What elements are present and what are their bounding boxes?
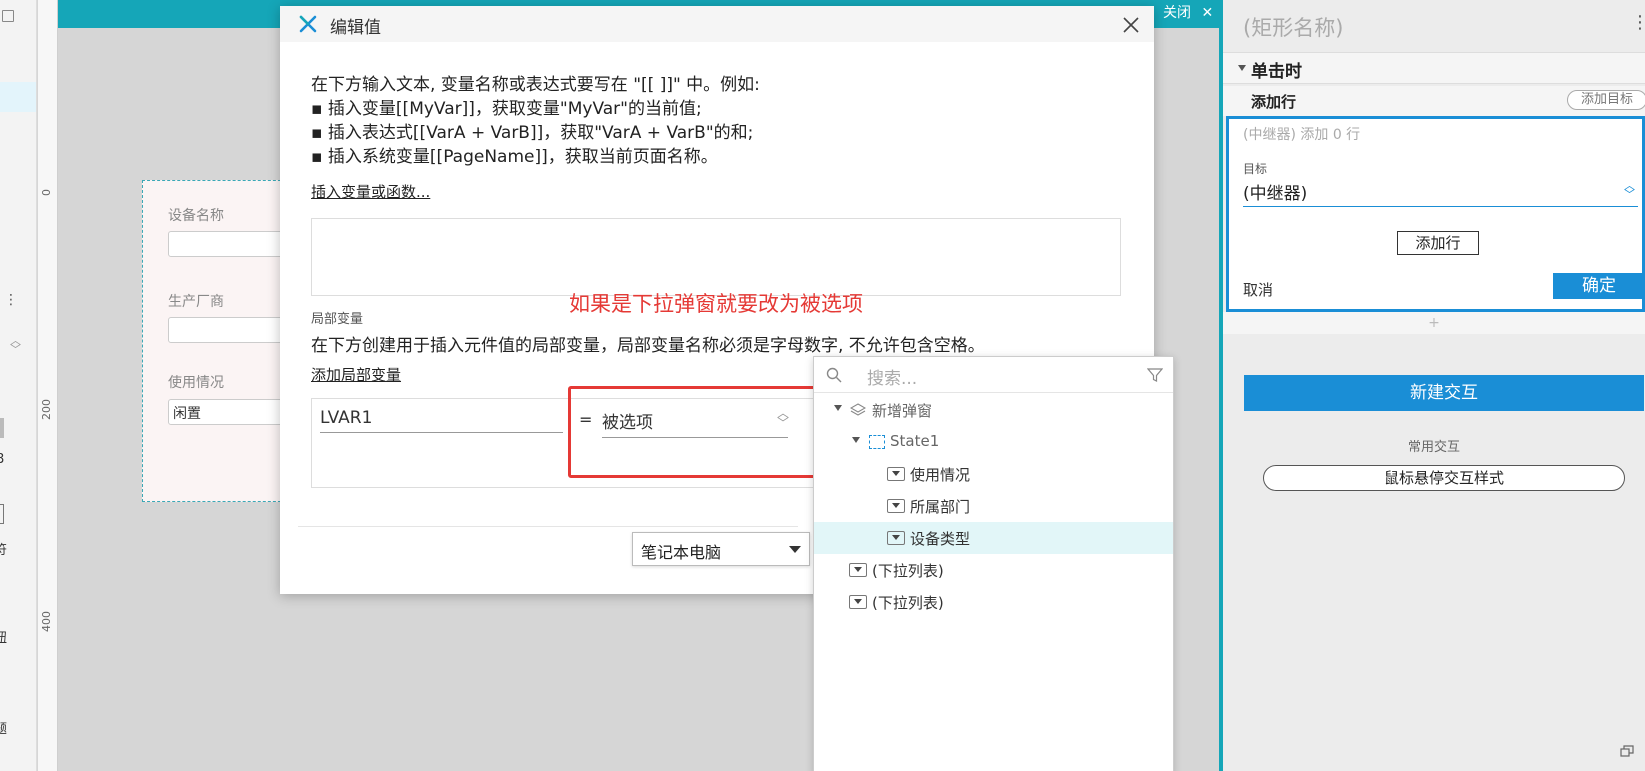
widget-tree-dropdown: 搜索... 新增弹窗 State1 使用情况 所属部门 设备类型 (下拉列表) … <box>813 356 1174 771</box>
layers-icon <box>850 403 866 416</box>
tree-item-dropdown-list-1[interactable]: (下拉列表) <box>814 554 1173 586</box>
annotation-highlight-box <box>568 386 832 478</box>
action-summary: (中继器) 添加 0 行 <box>1243 127 1361 143</box>
dialog-intro: 在下方输入文本, 变量名称或表达式要写在 "[[ ]]" 中。例如: <box>311 75 760 95</box>
cancel-button[interactable]: 取消 <box>1243 279 1273 300</box>
dialog-footer-divider <box>298 526 798 527</box>
close-icon[interactable] <box>1122 16 1140 34</box>
state-icon <box>869 435 885 449</box>
tree-item-device-type[interactable]: 设备类型 <box>814 522 1173 554</box>
new-interaction-button[interactable]: 新建交互 <box>1244 375 1644 411</box>
dropdown-preview-select[interactable]: 笔记本电脑 <box>632 532 810 566</box>
add-row-heading: 添加行 <box>1251 93 1297 111</box>
tree-item-label: 新增弹窗 <box>872 402 933 420</box>
common-interactions-heading: 常用交互 <box>1407 440 1460 455</box>
on-click-label: 单击时 <box>1251 62 1302 82</box>
confirm-button[interactable]: 确定 <box>1553 273 1645 299</box>
dialog-title: 编辑值 <box>330 18 381 38</box>
hover-style-button[interactable]: 鼠标悬停交互样式 <box>1263 465 1625 491</box>
tree-item-usage[interactable]: 使用情况 <box>814 458 1173 490</box>
local-vars-description: 在下方创建用于插入元件值的局部变量，局部变量名称必须是字母数字, 不允许包含空格… <box>311 336 985 356</box>
ruler-mark-400: 400 <box>40 611 53 632</box>
add-row-action-editor: (中继器) 添加 0 行 目标 (中继器) ︿ ﹀ 添加行 取消 确定 <box>1226 116 1645 312</box>
local-vars-heading: 局部变量 <box>311 312 364 327</box>
toolbar-selected-item[interactable] <box>0 82 36 112</box>
dropdown-preview-value: 笔记本电脑 <box>641 543 722 562</box>
collapse-caret-icon[interactable] <box>1238 65 1246 71</box>
interaction-panel: (矩形名称) ⋮ 单击时 添加行 添加目标 (中继器) 添加 0 行 目标 (中… <box>1223 0 1645 771</box>
insert-variable-link[interactable]: 插入变量或函数... <box>311 181 430 202</box>
dropdown-list-icon <box>887 467 905 481</box>
dropdown-list-icon <box>887 531 905 545</box>
vertical-ruler: 0 200 400 <box>38 0 58 771</box>
tree-item-label: 设备类型 <box>910 530 971 548</box>
add-row-button[interactable]: 添加行 <box>1397 231 1479 255</box>
expand-caret-icon[interactable] <box>834 405 842 411</box>
spinner-icon[interactable]: ︿ ﹀ <box>10 335 21 355</box>
target-select[interactable]: (中继器) <box>1243 179 1638 207</box>
add-target-button[interactable]: 添加目标 <box>1567 90 1645 110</box>
toolbar-item-box-2[interactable] <box>0 504 4 524</box>
dialog-bullet-2: ▪ 插入表达式[[VarA + VarB]]，获取"VarA + VarB"的和… <box>311 123 754 143</box>
tree-item-department[interactable]: 所属部门 <box>814 490 1173 522</box>
more-dots-icon[interactable]: ⋮ <box>4 292 18 308</box>
close-icon: ✕ <box>1201 5 1214 21</box>
tree-item-label: 所属部门 <box>910 498 971 516</box>
left-toolbar: ⋮ ︿ ﹀ 8 符 钮 题 <box>0 0 37 771</box>
target-spinner-icon[interactable]: ︿ ﹀ <box>1624 180 1635 200</box>
dropdown-list-icon <box>849 595 867 609</box>
filter-icon[interactable] <box>1147 368 1163 382</box>
value-text-area[interactable] <box>311 218 1121 296</box>
manufacturer-label: 生产厂商 <box>168 294 224 310</box>
tree-search-input[interactable]: 搜索... <box>867 364 917 389</box>
add-action-plus-button[interactable]: + <box>1223 312 1645 334</box>
tree-item-label: 使用情况 <box>910 466 971 484</box>
expand-caret-icon[interactable] <box>852 437 860 443</box>
ruler-mark-200: 200 <box>40 399 53 420</box>
search-icon <box>826 367 842 383</box>
more-options-icon[interactable]: ⋮ <box>1631 12 1645 33</box>
local-variable-name-input[interactable]: LVAR1 <box>320 408 563 433</box>
dialog-bullet-1: ▪ 插入变量[[MyVar]]，获取变量"MyVar"的当前值; <box>311 99 702 119</box>
widget-name-field[interactable]: (矩形名称) <box>1243 12 1343 42</box>
annotation-text: 如果是下拉弹窗就要改为被选项 <box>569 292 863 316</box>
toolbar-label-1: 8 <box>0 452 5 467</box>
dialog-header: 编辑值 <box>280 6 1154 42</box>
close-edit-mode-button[interactable]: 关闭 ✕ <box>1157 0 1223 26</box>
dropdown-list-icon <box>887 499 905 513</box>
dropdown-list-icon <box>849 563 867 577</box>
tree-item-label: State1 <box>890 432 940 450</box>
tree-item-dropdown-list-2[interactable]: (下拉列表) <box>814 586 1173 618</box>
tree-search-bar[interactable]: 搜索... <box>814 357 1173 393</box>
usage-label: 使用情况 <box>168 375 224 391</box>
restore-window-icon[interactable] <box>1620 745 1634 757</box>
on-click-event-header[interactable]: 单击时 <box>1223 52 1645 84</box>
device-name-label: 设备名称 <box>168 208 224 224</box>
tree-item-label: (下拉列表) <box>872 562 944 580</box>
toolbar-label-2: 符 <box>0 543 8 558</box>
tree-item-new-popup[interactable]: 新增弹窗 <box>814 394 1173 426</box>
close-label: 关闭 <box>1163 5 1191 21</box>
toolbar-label-4: 题 <box>0 722 8 737</box>
toolbar-item-box[interactable] <box>0 418 4 438</box>
dialog-bullet-3: ▪ 插入系统变量[[PageName]]，获取当前页面名称。 <box>311 147 718 167</box>
add-local-variable-link[interactable]: 添加局部变量 <box>311 364 401 385</box>
target-label: 目标 <box>1243 162 1268 176</box>
folder-icon[interactable] <box>2 10 14 22</box>
toolbar-label-3: 钮 <box>0 631 8 646</box>
tree-item-label: (下拉列表) <box>872 594 944 612</box>
ruler-mark-0: 0 <box>40 189 53 196</box>
tree-item-state1[interactable]: State1 <box>814 426 1173 458</box>
dropdown-arrow-icon <box>789 546 801 553</box>
axure-logo-icon <box>299 15 317 33</box>
